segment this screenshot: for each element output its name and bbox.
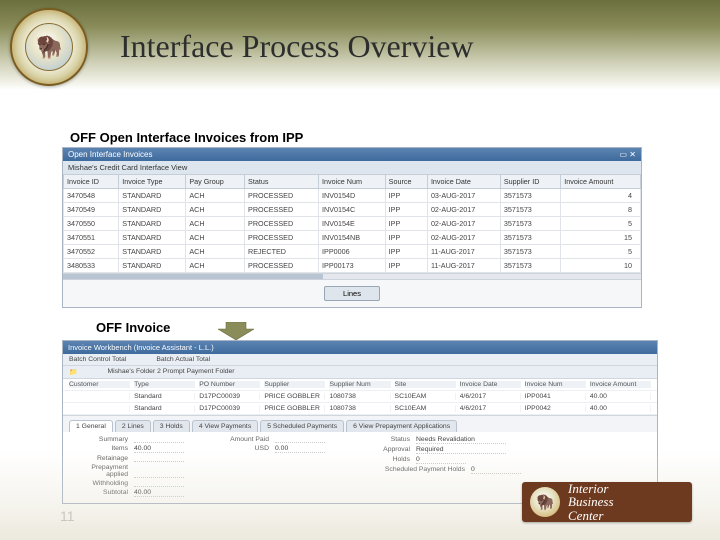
tab[interactable]: 5 Scheduled Payments	[260, 420, 344, 432]
badge-line1: Interior	[568, 482, 614, 496]
col-header: Invoice Num	[319, 175, 386, 189]
tab[interactable]: 2 Lines	[115, 420, 151, 432]
col-header: Source	[385, 175, 427, 189]
workbench-header-row: Customer Type PO Number Supplier Supplier Nu…	[63, 379, 657, 391]
batch-bar: Batch Control Total Batch Actual Total	[63, 354, 657, 366]
col-header: Type	[134, 381, 195, 388]
panel1-window-controls[interactable]: ▭ ✕	[620, 150, 636, 159]
folder-bar: 📁 Mishae's Folder 2 Prompt Payment Folde…	[63, 366, 657, 379]
panel2-window-title: Invoice Workbench (Invoice Assistant - L…	[63, 341, 657, 354]
department-seal: 🦬	[10, 8, 88, 86]
tab[interactable]: 4 View Payments	[192, 420, 258, 432]
batch-actual-label: Batch Actual Total	[156, 356, 210, 363]
col-header: Invoice Date	[460, 381, 521, 388]
lines-button[interactable]: Lines	[324, 286, 380, 301]
table-row[interactable]: 3470549STANDARDACHPROCESSEDINV0154CIPP02…	[64, 203, 641, 217]
page-title: Interface Process Overview	[120, 28, 474, 65]
col-header: Invoice Date	[427, 175, 500, 189]
col-header: Supplier ID	[500, 175, 560, 189]
table-row[interactable]: 3470551STANDARDACHPROCESSEDINV0154NBIPP0…	[64, 231, 641, 245]
interface-invoice-table: Invoice IDInvoice TypePay GroupStatusInv…	[63, 174, 641, 273]
tab[interactable]: 3 Holds	[153, 420, 190, 432]
col-header: Invoice Type	[119, 175, 186, 189]
panel1-title-text: Open Interface Invoices	[68, 150, 153, 159]
col-header: Supplier	[264, 381, 325, 388]
ibc-badge: 🦬 Interior Business Center	[522, 482, 692, 522]
col-header: Supplier Num	[329, 381, 390, 388]
bison-icon: 🦬	[530, 487, 560, 517]
page-number: 11	[60, 508, 75, 524]
col-header: Status	[245, 175, 319, 189]
workbench-tabs: 1 General2 Lines3 Holds4 View Payments5 …	[63, 415, 657, 432]
folder-label: Mishae's Folder 2 Prompt Payment Folder	[107, 368, 234, 376]
table-row[interactable]: 3480533STANDARDACHPROCESSEDIPP00173IPP11…	[64, 259, 641, 273]
table-row[interactable]: StandardD17PC00039PRICE GOBBLER1080738SC…	[63, 403, 657, 415]
panel1-scrollbar[interactable]	[63, 273, 641, 279]
batch-control-label: Batch Control Total	[69, 356, 126, 363]
open-interface-panel: Open Interface Invoices ▭ ✕ Mishae's Cre…	[62, 147, 642, 308]
flow-arrow-icon	[218, 322, 254, 340]
badge-line3: Center	[568, 509, 614, 523]
panel1-list-title: Mishae's Credit Card Interface View	[63, 161, 641, 174]
col-header: Invoice Amount	[561, 175, 641, 189]
bison-icon: 🦬	[25, 23, 73, 71]
col-header: Invoice Num	[525, 381, 586, 388]
col-header: PO Number	[199, 381, 260, 388]
col-header: Invoice ID	[64, 175, 119, 189]
tab[interactable]: 1 General	[69, 420, 113, 432]
table-row[interactable]: 3470550STANDARDACHPROCESSEDINV0154EIPP02…	[64, 217, 641, 231]
col-header: Site	[395, 381, 456, 388]
invoice-workbench-panel: Invoice Workbench (Invoice Assistant - L…	[62, 340, 658, 504]
table-row[interactable]: 3470548STANDARDACHPROCESSEDINV0154DIPP03…	[64, 189, 641, 203]
panel1-window-title: Open Interface Invoices ▭ ✕	[63, 148, 641, 161]
col-header: Customer	[69, 381, 130, 388]
col-header: Invoice Amount	[590, 381, 651, 388]
tab[interactable]: 6 View Prepayment Applications	[346, 420, 457, 432]
section-label-invoice: OFF Invoice	[96, 320, 170, 335]
badge-line2: Business	[568, 495, 614, 509]
section-label-ipp: OFF Open Interface Invoices from IPP	[70, 130, 303, 145]
table-row[interactable]: StandardD17PC00039PRICE GOBBLER1080738SC…	[63, 391, 657, 403]
table-row[interactable]: 3470552STANDARDACHREJECTEDIPP0006IPP11-A…	[64, 245, 641, 259]
col-header: Pay Group	[186, 175, 245, 189]
